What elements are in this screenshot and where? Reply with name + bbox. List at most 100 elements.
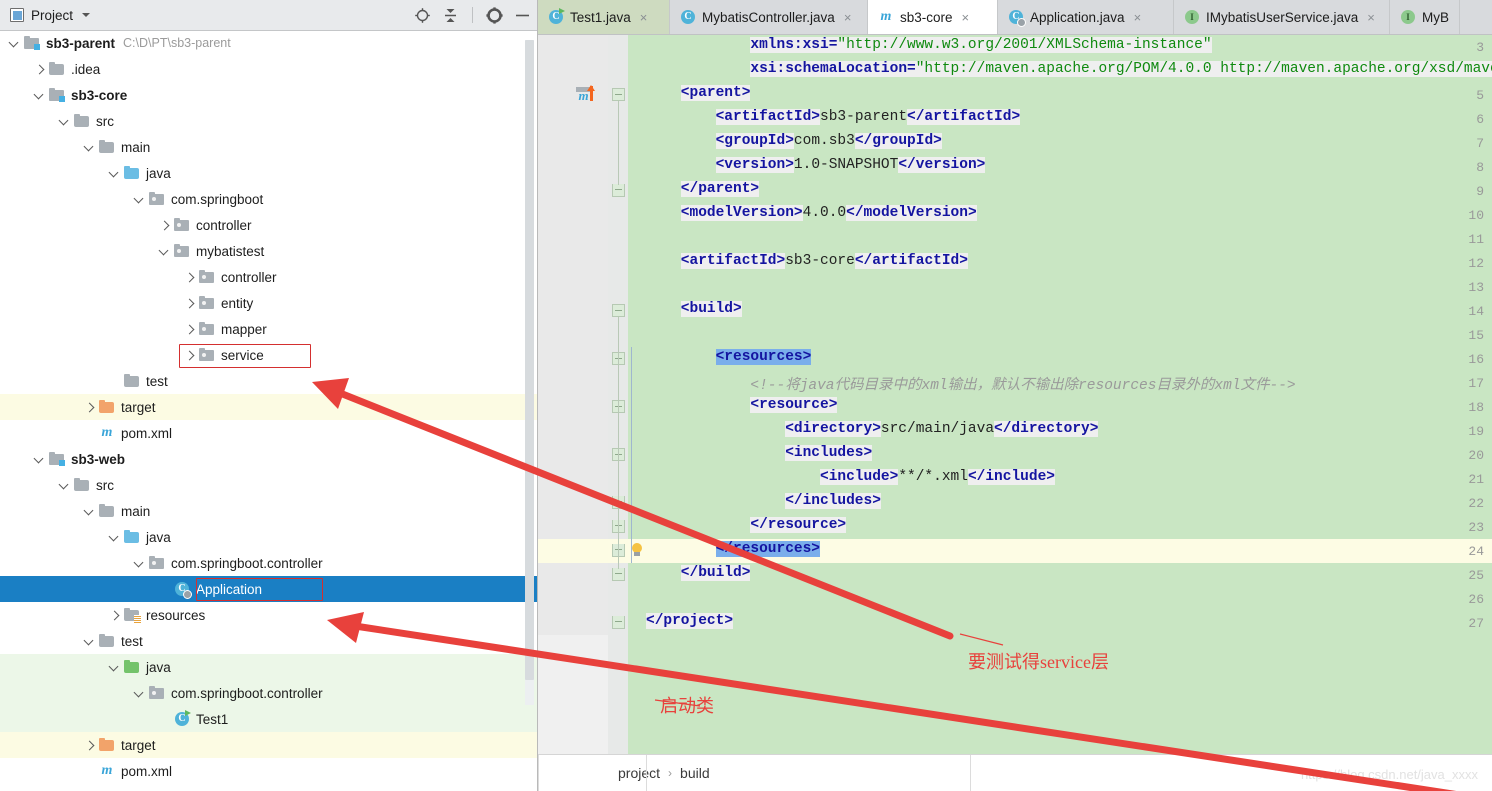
chevron-down-icon[interactable]: [133, 687, 146, 700]
code-line-12[interactable]: <artifactId>sb3-core</artifactId>: [538, 251, 1492, 275]
code-line-10[interactable]: <modelVersion>4.0.0</modelVersion>: [538, 203, 1492, 227]
tree-node--idea[interactable]: .idea: [0, 56, 537, 82]
tree-node-target[interactable]: target: [0, 732, 537, 758]
minimize-icon[interactable]: [514, 7, 531, 24]
code-line-27[interactable]: </project>: [538, 611, 1492, 635]
breadcrumb-item-build[interactable]: build: [680, 765, 710, 781]
tab-close-icon[interactable]: ×: [962, 10, 970, 25]
tree-node-sb3-web[interactable]: sb3-web: [0, 446, 537, 472]
code-line-13[interactable]: [538, 275, 1492, 299]
tree-node-sb3-core[interactable]: sb3-core: [0, 82, 537, 108]
editor-tab-mybatiscontroller-java[interactable]: C MybatisController.java ×: [670, 0, 868, 34]
code-line-26[interactable]: [538, 587, 1492, 611]
code-line-17[interactable]: <!--将java代码目录中的xml输出，默认不输出除resources目录外的…: [538, 371, 1492, 395]
tree-node-java[interactable]: java: [0, 654, 537, 680]
chevron-right-icon[interactable]: [158, 219, 171, 232]
code-line-6[interactable]: <artifactId>sb3-parent</artifactId>: [538, 107, 1492, 131]
code-fold-marker-line-25[interactable]: [612, 568, 625, 581]
tree-node-com-springboot-controller[interactable]: com.springboot.controller: [0, 680, 537, 706]
collapse-all-icon[interactable]: [442, 7, 459, 24]
tree-node-service[interactable]: service: [0, 342, 537, 368]
code-line-8[interactable]: <version>1.0-SNAPSHOT</version>: [538, 155, 1492, 179]
tree-node-com-springboot-controller[interactable]: com.springboot.controller: [0, 550, 537, 576]
code-editor[interactable]: 3 xmlns:xsi="http://www.w3.org/2001/XMLSc…: [538, 35, 1492, 755]
tab-close-icon[interactable]: ×: [1134, 10, 1142, 25]
editor-tab-bar[interactable]: C Test1.java × C MybatisController.java × m sb3…: [538, 0, 1492, 35]
chevron-down-icon[interactable]: [33, 89, 46, 102]
tab-close-icon[interactable]: ×: [844, 10, 852, 25]
code-line-19[interactable]: <directory>src/main/java</directory>: [538, 419, 1492, 443]
chevron-right-icon[interactable]: [183, 323, 196, 336]
code-fold-marker-line-9[interactable]: [612, 184, 625, 197]
editor-tab-sb3-core[interactable]: m sb3-core ×: [868, 0, 998, 34]
code-line-11[interactable]: [538, 227, 1492, 251]
chevron-down-icon[interactable]: [83, 505, 96, 518]
maven-reimport-icon[interactable]: m: [576, 85, 600, 104]
code-line-5[interactable]: <parent>: [538, 83, 1492, 107]
code-line-15[interactable]: [538, 323, 1492, 347]
chevron-down-icon[interactable]: [58, 115, 71, 128]
breadcrumb-item-project[interactable]: project: [618, 765, 660, 781]
gear-icon[interactable]: [486, 6, 503, 24]
tree-node-test[interactable]: test: [0, 368, 537, 394]
tree-node-com-springboot[interactable]: com.springboot: [0, 186, 537, 212]
code-line-21[interactable]: <include>**/*.xml</include>: [538, 467, 1492, 491]
chevron-right-icon[interactable]: [33, 63, 46, 76]
code-line-22[interactable]: </includes>: [538, 491, 1492, 515]
project-tree[interactable]: sb3-parent C:\D\PT\sb3-parent .idea sb3-cor…: [0, 30, 537, 791]
tree-node-java[interactable]: java: [0, 160, 537, 186]
tree-node-mybatistest[interactable]: mybatistest: [0, 238, 537, 264]
tree-node-test1[interactable]: C Test1: [0, 706, 537, 732]
tree-node-sb3-parent[interactable]: sb3-parent C:\D\PT\sb3-parent: [0, 30, 537, 56]
chevron-down-icon[interactable]: [133, 193, 146, 206]
chevron-down-icon[interactable]: [158, 245, 171, 258]
tree-node-pom-xml[interactable]: m pom.xml: [0, 758, 537, 784]
chevron-down-icon[interactable]: [108, 531, 121, 544]
chevron-down-icon[interactable]: [108, 167, 121, 180]
chevron-down-icon[interactable]: [33, 453, 46, 466]
chevron-right-icon[interactable]: [183, 349, 196, 362]
chevron-right-icon[interactable]: [83, 739, 96, 752]
chevron-down-icon[interactable]: [83, 635, 96, 648]
code-line-7[interactable]: <groupId>com.sb3</groupId>: [538, 131, 1492, 155]
code-fold-marker-line-5[interactable]: [612, 88, 625, 101]
chevron-down-icon[interactable]: [58, 479, 71, 492]
code-line-25[interactable]: </build>: [538, 563, 1492, 587]
tree-node-application[interactable]: C Application: [0, 576, 537, 602]
editor-tab-test1-java[interactable]: C Test1.java ×: [538, 0, 670, 34]
code-fold-marker-line-14[interactable]: [612, 304, 625, 317]
code-line-23[interactable]: </resource>: [538, 515, 1492, 539]
tree-node-resources[interactable]: resources: [0, 602, 537, 628]
tree-node-controller[interactable]: controller: [0, 212, 537, 238]
editor-tab-imybatisuserservice-java[interactable]: I IMybatisUserService.java ×: [1174, 0, 1390, 34]
tree-node-main[interactable]: main: [0, 134, 537, 160]
tab-close-icon[interactable]: ×: [640, 10, 648, 25]
tree-node-src[interactable]: src: [0, 108, 537, 134]
code-line-18[interactable]: <resource>: [538, 395, 1492, 419]
chevron-down-icon[interactable]: [108, 661, 121, 674]
chevron-down-icon[interactable]: [82, 13, 91, 17]
editor-tab-application-java[interactable]: C Application.java ×: [998, 0, 1174, 34]
tab-close-icon[interactable]: ×: [1367, 10, 1375, 25]
tree-node-mapper[interactable]: mapper: [0, 316, 537, 342]
chevron-right-icon[interactable]: [183, 271, 196, 284]
intention-bulb-icon[interactable]: [630, 543, 644, 557]
code-line-9[interactable]: </parent>: [538, 179, 1492, 203]
tree-node-main[interactable]: main: [0, 498, 537, 524]
chevron-down-icon[interactable]: [8, 37, 21, 50]
code-line-4[interactable]: xsi:schemaLocation="http://maven.apache.…: [538, 59, 1492, 83]
code-line-24[interactable]: </resources>: [538, 539, 1492, 563]
chevron-down-icon[interactable]: [83, 141, 96, 154]
project-scrollbar-thumb[interactable]: [525, 40, 534, 680]
chevron-right-icon[interactable]: [83, 401, 96, 414]
chevron-right-icon[interactable]: [183, 297, 196, 310]
code-line-14[interactable]: <build>: [538, 299, 1492, 323]
chevron-down-icon[interactable]: [133, 557, 146, 570]
tree-node-pom-xml[interactable]: m pom.xml: [0, 420, 537, 446]
tree-node-test[interactable]: test: [0, 628, 537, 654]
locate-icon[interactable]: [414, 7, 431, 24]
chevron-right-icon[interactable]: [108, 609, 121, 622]
project-scrollbar[interactable]: [525, 40, 534, 705]
code-fold-marker-line-27[interactable]: [612, 616, 625, 629]
tree-node-src[interactable]: src: [0, 472, 537, 498]
